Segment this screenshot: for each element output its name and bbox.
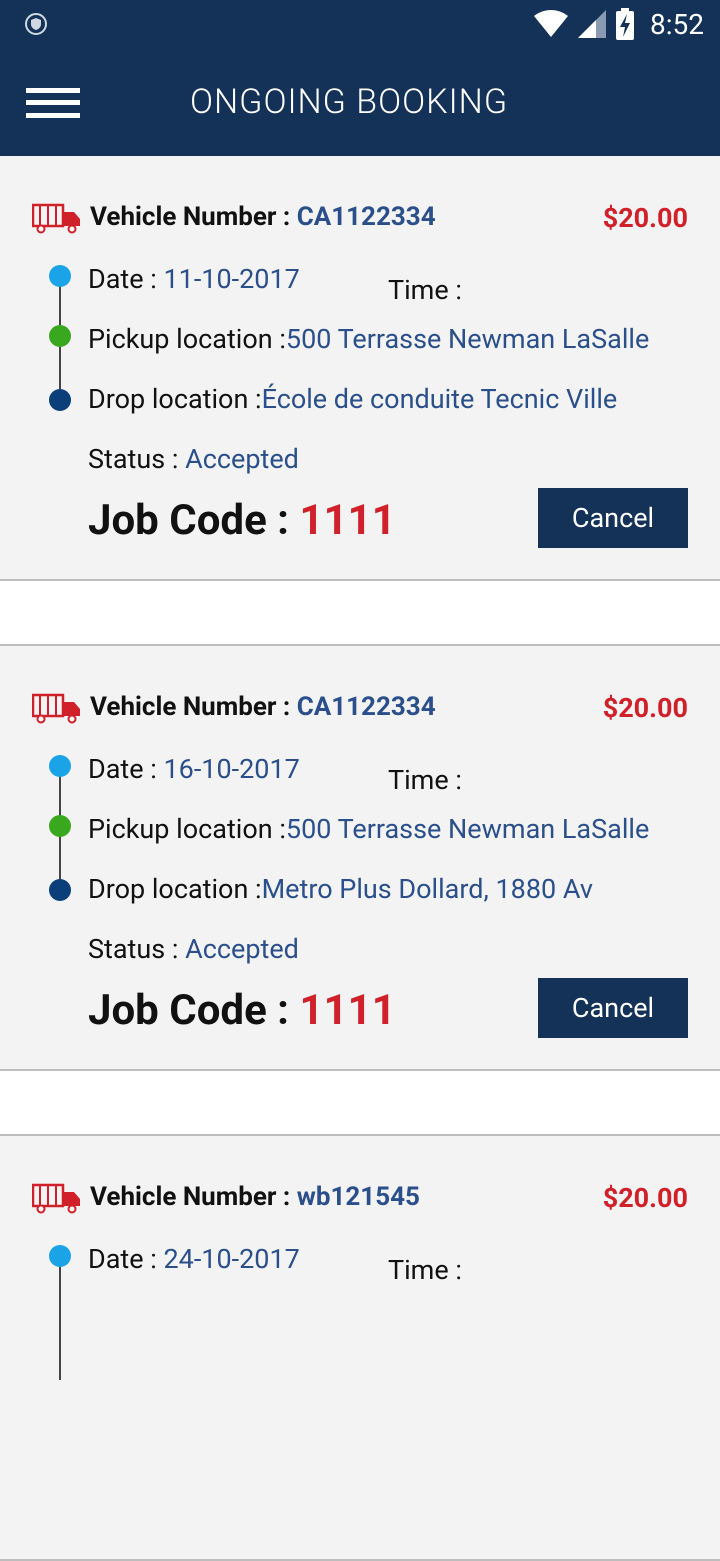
app-bar: ONGOING BOOKING xyxy=(0,48,720,156)
status-row: Status : Accepted xyxy=(88,443,299,475)
drop-dot xyxy=(49,879,71,901)
clock-time: 8:52 xyxy=(650,7,704,41)
date-row: Date : 24-10-2017 xyxy=(88,1243,300,1275)
vehicle-number: Vehicle Number : CA1122334 xyxy=(90,692,436,722)
vehicle-number: Vehicle Number : CA1122334 xyxy=(90,202,436,232)
drop-row: Drop location :Metro Plus Dollard, 1880 … xyxy=(88,873,593,905)
booking-card: Vehicle Number : wb121545 $20.00 Date : … xyxy=(0,1136,720,1561)
price: $20.00 xyxy=(602,692,688,724)
wifi-icon xyxy=(534,10,568,37)
pickup-row: Pickup location :500 Terrasse Newman LaS… xyxy=(88,323,650,355)
drop-dot xyxy=(49,389,71,411)
time-label: Time : xyxy=(388,274,462,306)
card-separator xyxy=(0,1071,720,1136)
job-code: Job Code : 1111 xyxy=(88,986,396,1035)
page-title: ONGOING BOOKING xyxy=(190,82,509,122)
date-row: Date : 16-10-2017 xyxy=(88,753,300,785)
menu-icon xyxy=(26,88,80,93)
truck-icon xyxy=(32,1183,80,1214)
timeline-line xyxy=(59,1256,61,1380)
pickup-dot xyxy=(49,325,71,347)
date-row: Date : 11-10-2017 xyxy=(88,263,300,295)
card-separator xyxy=(0,581,720,646)
booking-list: Vehicle Number : CA1122334 $20.00 Date :… xyxy=(0,156,720,1561)
battery-charging-icon xyxy=(616,8,634,40)
truck-icon xyxy=(32,203,80,234)
truck-icon xyxy=(32,693,80,724)
date-dot xyxy=(49,755,71,777)
price: $20.00 xyxy=(602,202,688,234)
signal-icon xyxy=(578,10,606,38)
job-code: Job Code : 1111 xyxy=(88,496,396,545)
shield-icon xyxy=(25,13,47,35)
drop-row: Drop location :École de conduite Tecnic … xyxy=(88,383,618,415)
booking-card: Vehicle Number : CA1122334 $20.00 Date :… xyxy=(0,156,720,581)
date-dot xyxy=(49,265,71,287)
vehicle-number: Vehicle Number : wb121545 xyxy=(90,1182,420,1212)
pickup-row: Pickup location :500 Terrasse Newman LaS… xyxy=(88,813,650,845)
cancel-button[interactable]: Cancel xyxy=(538,978,688,1038)
time-label: Time : xyxy=(388,764,462,796)
pickup-dot xyxy=(49,815,71,837)
cancel-button[interactable]: Cancel xyxy=(538,488,688,548)
status-bar: 8:52 xyxy=(0,0,720,48)
status-row: Status : Accepted xyxy=(88,933,299,965)
menu-button[interactable] xyxy=(26,86,80,122)
booking-card: Vehicle Number : CA1122334 $20.00 Date :… xyxy=(0,646,720,1071)
date-dot xyxy=(49,1245,71,1267)
price: $20.00 xyxy=(602,1182,688,1214)
time-label: Time : xyxy=(388,1254,462,1286)
